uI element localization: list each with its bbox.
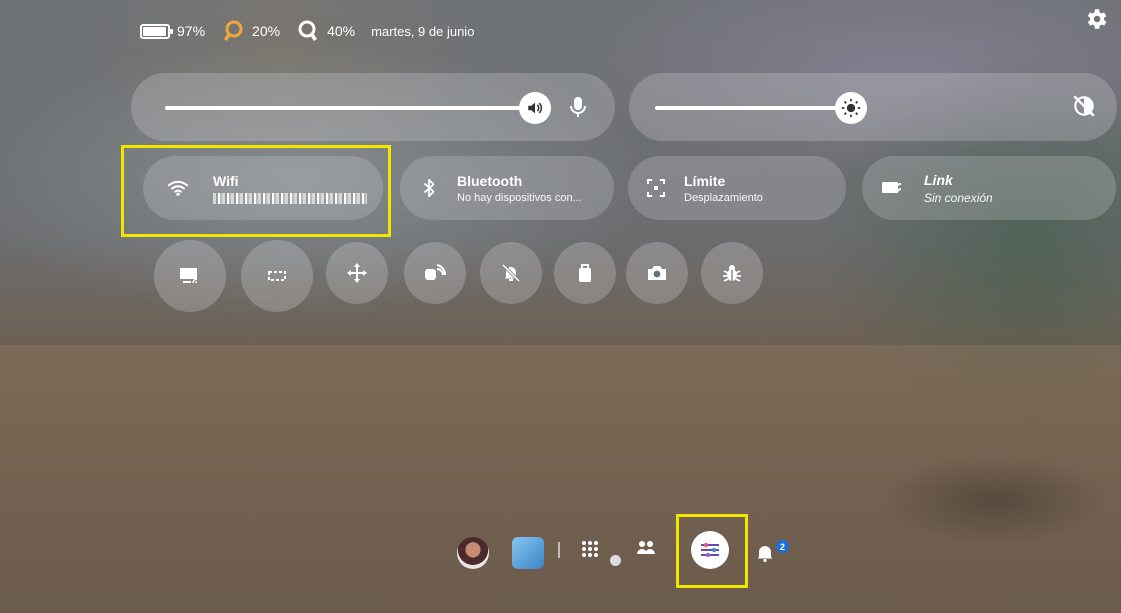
bluetooth-subtitle: No hay dispositivos con... — [457, 191, 582, 204]
people-icon — [637, 541, 655, 554]
store-icon — [512, 537, 544, 569]
left-controller-status: 20% — [221, 19, 280, 43]
bell-icon — [757, 546, 773, 562]
controller-left-icon — [221, 19, 245, 43]
app-grid-icon — [582, 541, 598, 557]
volume-panel — [131, 73, 615, 141]
travel-mode-button[interactable] — [554, 242, 616, 304]
wifi-title: Wifi — [213, 172, 239, 189]
people-button[interactable] — [635, 538, 657, 558]
settings-gear-icon[interactable] — [1083, 6, 1109, 32]
cast-icon — [180, 268, 198, 284]
recenter-button[interactable] — [326, 242, 388, 304]
bug-report-icon — [723, 265, 741, 282]
travel-mode-icon — [579, 264, 591, 282]
camera-icon — [648, 266, 666, 280]
bug-report-button[interactable] — [701, 242, 763, 304]
bluetooth-title: Bluetooth — [457, 172, 523, 189]
battery-status: 97% — [140, 23, 205, 39]
wifi-tile[interactable]: Wifi — [143, 156, 383, 220]
bluetooth-icon — [400, 178, 457, 198]
passthrough-button[interactable] — [241, 240, 313, 312]
boundary-tile[interactable]: Límite Desplazamiento — [628, 156, 846, 220]
avatar — [457, 537, 489, 569]
microphone-icon[interactable] — [569, 95, 587, 124]
right-controller-status: 40% — [296, 19, 355, 43]
controller-tracking-button[interactable] — [404, 242, 466, 304]
profile-avatar[interactable] — [457, 537, 489, 569]
brightness-panel — [629, 73, 1117, 141]
volume-slider-handle[interactable] — [519, 92, 551, 124]
right-controller-percent: 40% — [327, 23, 356, 39]
quick-settings-sliders-icon — [701, 542, 719, 558]
battery-percent: 97% — [177, 23, 206, 39]
quick-settings-button[interactable] — [691, 531, 729, 569]
boundary-icon — [628, 178, 684, 198]
link-title: Link — [924, 171, 953, 188]
boundary-subtitle: Desplazamiento — [684, 191, 763, 204]
mute-notifications-button[interactable] — [480, 242, 542, 304]
mute-notifications-icon — [501, 263, 521, 283]
active-app-indicator — [610, 555, 621, 566]
speaker-icon — [528, 102, 543, 114]
battery-icon — [140, 23, 173, 39]
auto-brightness-off-icon[interactable] — [1071, 93, 1097, 124]
controller-tracking-icon — [425, 264, 446, 280]
volume-slider[interactable] — [165, 106, 535, 110]
passthrough-icon — [268, 271, 286, 281]
recenter-icon — [347, 263, 367, 283]
apps-button[interactable] — [580, 539, 600, 559]
status-bar: 97% 20% 40% martes, 9 de junio — [140, 16, 490, 46]
wifi-icon — [143, 179, 213, 197]
background-shadow — [880, 455, 1110, 545]
left-controller-percent: 20% — [252, 23, 281, 39]
notification-count-badge: 2 — [776, 540, 789, 553]
date-label: martes, 9 de junio — [371, 23, 475, 39]
link-subtitle: Sin conexión — [924, 190, 993, 205]
cast-button[interactable] — [154, 240, 226, 312]
store-button[interactable] — [512, 537, 544, 569]
notifications-button[interactable] — [757, 544, 773, 562]
bluetooth-tile[interactable]: Bluetooth No hay dispositivos con... — [400, 156, 614, 220]
camera-button[interactable] — [626, 242, 688, 304]
sun-icon — [841, 98, 861, 118]
boundary-title: Límite — [684, 172, 726, 189]
controller-right-icon — [296, 19, 320, 43]
dock-divider — [558, 542, 560, 558]
brightness-slider-handle[interactable] — [835, 92, 867, 124]
wifi-network-name-redacted — [213, 192, 367, 204]
link-tile[interactable]: Link Sin conexión — [862, 156, 1116, 220]
brightness-slider[interactable] — [655, 106, 851, 110]
link-icon — [862, 178, 924, 198]
